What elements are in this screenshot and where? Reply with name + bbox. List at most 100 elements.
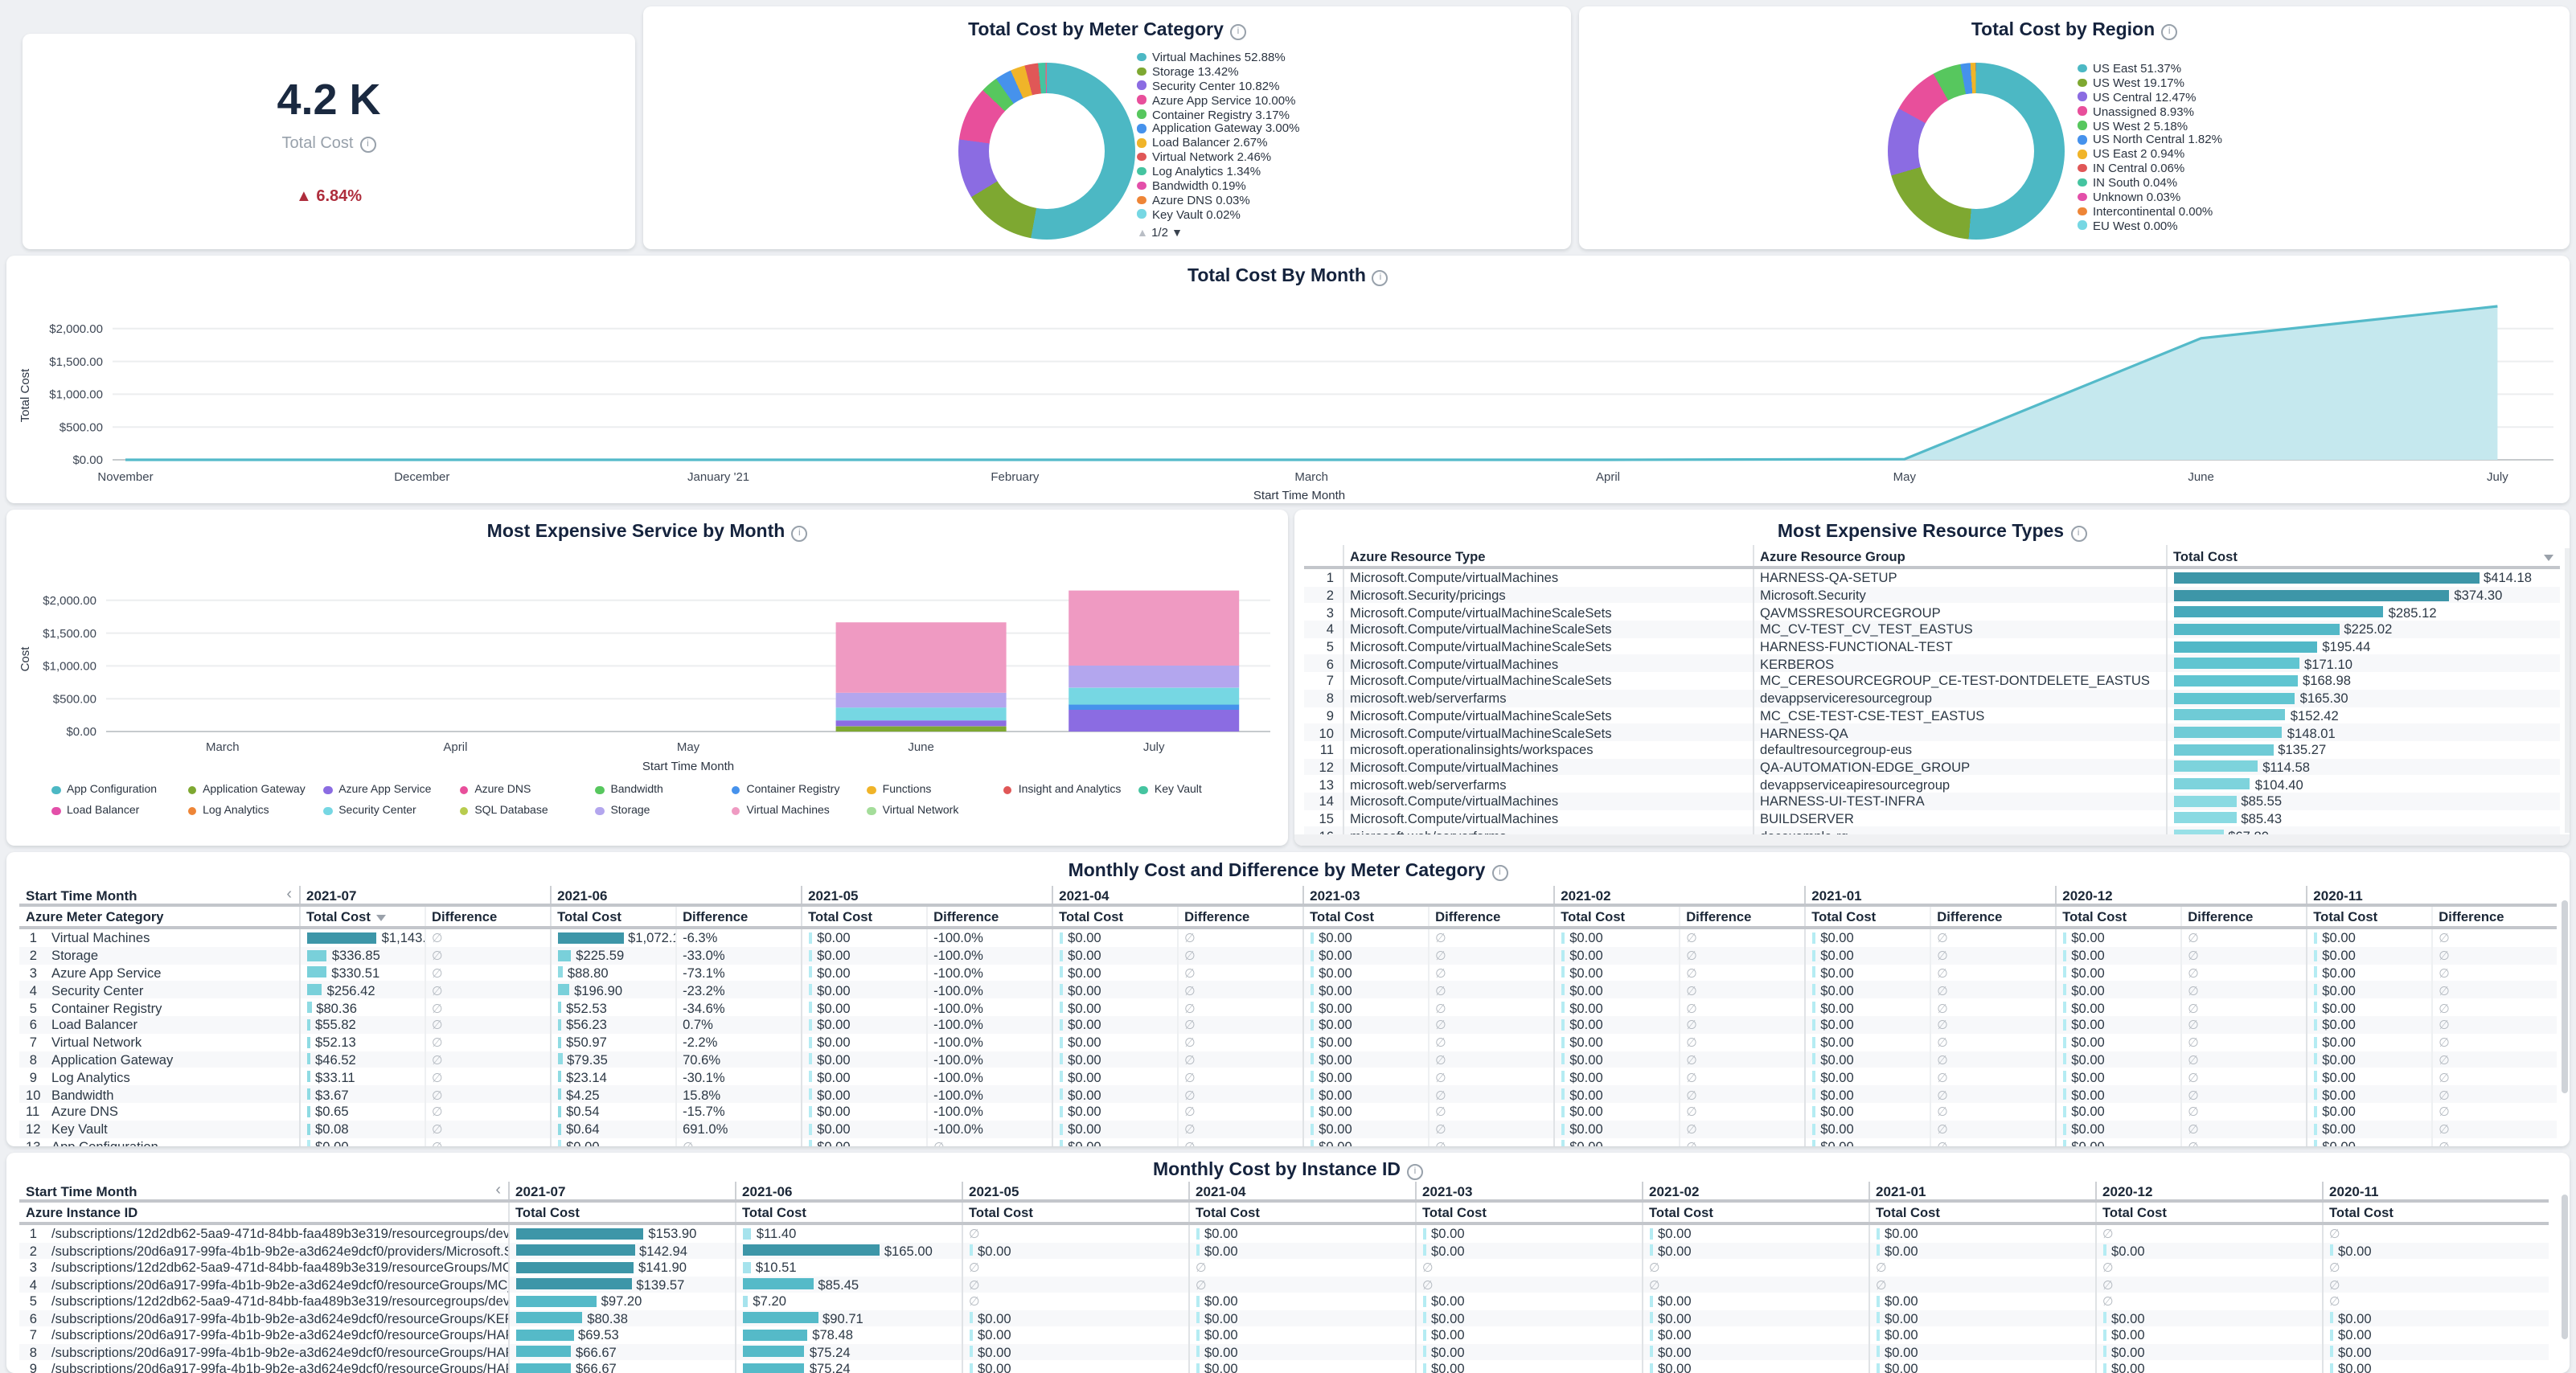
total-cost-header[interactable]: Total Cost	[299, 905, 425, 928]
info-icon[interactable]: i	[2161, 24, 2177, 40]
col-header-resource-group[interactable]: Azure Resource Group	[1753, 545, 2166, 568]
month-group-header[interactable]: 2020-11	[2306, 886, 2557, 905]
legend-item[interactable]: Functions	[868, 783, 1003, 797]
difference-header[interactable]: Difference	[2180, 905, 2306, 928]
legend-item[interactable]: Azure App Service 10.00%	[1137, 92, 1299, 107]
legend-item[interactable]: Storage	[595, 804, 731, 818]
resource-row[interactable]: 3Microsoft.Compute/virtualMachineScaleSe…	[1304, 604, 2560, 621]
meter-category-row[interactable]: 10Bandwidth$3.67∅$4.2515.8%$0.00-100.0%$…	[19, 1085, 2557, 1103]
month-group-header[interactable]: 2021-01	[1804, 886, 2055, 905]
month-group-header[interactable]: 2021-04	[1188, 1182, 1415, 1201]
month-group-header[interactable]: 2021-05	[801, 886, 1052, 905]
meter-category-row[interactable]: 11Azure DNS$0.65∅$0.54-15.7%$0.00-100.0%…	[19, 1103, 2557, 1121]
legend-item[interactable]: US West 2 5.18%	[2078, 118, 2222, 133]
info-icon[interactable]: i	[359, 137, 375, 153]
total-cost-header[interactable]: Total Cost	[550, 905, 675, 928]
meter-category-row[interactable]: 4Security Center$256.42∅$196.90-23.2%$0.…	[19, 982, 2557, 999]
meter-category-row[interactable]: 9Log Analytics$33.11∅$23.14-30.1%$0.00-1…	[19, 1068, 2557, 1086]
meter-category-row[interactable]: 8Application Gateway$46.52∅$79.3570.6%$0…	[19, 1051, 2557, 1068]
total-cost-header[interactable]: Total Cost	[801, 905, 926, 928]
total-cost-header[interactable]: Total Cost	[1188, 1201, 1415, 1223]
meter-category-row[interactable]: 5Container Registry$80.36∅$52.53-34.6%$0…	[19, 998, 2557, 1016]
legend-item[interactable]: US East 51.37%	[2078, 61, 2222, 76]
month-group-header[interactable]: 2020-12	[2055, 886, 2306, 905]
resource-row[interactable]: 10Microsoft.Compute/virtualMachineScaleS…	[1304, 723, 2560, 740]
instance-row[interactable]: 7/subscriptions/20d6a917-99fa-4b1b-9b2e-…	[19, 1326, 2549, 1343]
resource-row[interactable]: 9Microsoft.Compute/virtualMachineScaleSe…	[1304, 707, 2560, 723]
instance-row[interactable]: 2/subscriptions/20d6a917-99fa-4b1b-9b2e-…	[19, 1242, 2549, 1259]
total-cost-header[interactable]: Total Cost	[1868, 1201, 2095, 1223]
total-cost-header[interactable]: Total Cost	[1302, 905, 1428, 928]
legend-item[interactable]: Azure DNS 0.03%	[1137, 193, 1299, 207]
resource-row[interactable]: 11microsoft.operationalinsights/workspac…	[1304, 741, 2560, 758]
meter-category-donut-chart[interactable]	[958, 63, 1135, 240]
meter-category-row[interactable]: 1Virtual Machines$1,143.93∅$1,072.17-6.3…	[19, 928, 2557, 947]
month-group-header[interactable]: 2021-06	[735, 1182, 962, 1201]
instance-row[interactable]: 3/subscriptions/12d2db62-5aa9-471d-84bb-…	[19, 1259, 2549, 1276]
legend-item[interactable]: US North Central 1.82%	[2078, 133, 2222, 147]
total-cost-header[interactable]: Total Cost	[962, 1201, 1188, 1223]
legend-item[interactable]: App Configuration	[51, 783, 187, 797]
legend-item[interactable]: Security Center	[323, 804, 459, 818]
difference-header[interactable]: Difference	[926, 905, 1052, 928]
legend-item[interactable]: Virtual Network 2.46%	[1137, 150, 1299, 164]
legend-item[interactable]: Key Vault 0.02%	[1137, 207, 1299, 222]
total-cost-header[interactable]: Total Cost	[1642, 1201, 1868, 1223]
col-header-total-cost[interactable]: Total Cost	[2166, 545, 2560, 568]
month-group-header[interactable]: 2021-01	[1868, 1182, 2095, 1201]
legend-item[interactable]: Bandwidth	[595, 783, 731, 797]
region-donut-chart[interactable]	[1888, 63, 2065, 240]
month-group-header[interactable]: 2021-03	[1415, 1182, 1642, 1201]
resource-row[interactable]: 15Microsoft.Compute/virtualMachinesBUILD…	[1304, 809, 2560, 826]
total-cost-header[interactable]: Total Cost	[1052, 905, 1177, 928]
month-group-header[interactable]: 2020-12	[2095, 1182, 2322, 1201]
total-cost-header[interactable]: Total Cost	[2095, 1201, 2322, 1223]
total-cost-header[interactable]: Total Cost	[2322, 1201, 2549, 1223]
legend-item[interactable]: Intercontinental 0.00%	[2078, 204, 2222, 219]
row-dimension-header[interactable]: Azure Instance ID	[19, 1201, 508, 1223]
total-cost-header[interactable]: Total Cost	[1804, 905, 1930, 928]
sort-caret-icon[interactable]	[2544, 554, 2553, 560]
legend-item[interactable]: US East 2 0.94%	[2078, 147, 2222, 162]
legend-item[interactable]: Bandwidth 0.19%	[1137, 178, 1299, 193]
chevron-left-icon[interactable]: ‹	[286, 887, 292, 903]
info-icon[interactable]: i	[1372, 270, 1388, 286]
legend-item[interactable]: Azure DNS	[459, 783, 595, 797]
col-header-resource-type[interactable]: Azure Resource Type	[1343, 545, 1753, 568]
legend-item[interactable]: Unassigned 8.93%	[2078, 104, 2222, 118]
meter-category-row[interactable]: 13App Configuration$0.00∅$0.00∅$0.00∅$0.…	[19, 1137, 2557, 1146]
resource-row[interactable]: 12Microsoft.Compute/virtualMachinesQA-AU…	[1304, 758, 2560, 775]
area-chart[interactable]: $0.00$500.00$1,000.00$1,500.00$2,000.00N…	[13, 286, 2563, 502]
resource-row[interactable]: 5Microsoft.Compute/virtualMachineScaleSe…	[1304, 638, 2560, 655]
meter-category-row[interactable]: 2Storage$336.85∅$225.59-33.0%$0.00-100.0…	[19, 947, 2557, 965]
month-group-header[interactable]: 2020-11	[2322, 1182, 2549, 1201]
legend-item[interactable]: Insight and Analytics	[1003, 783, 1139, 797]
stacked-bar-chart[interactable]: $0.00$500.00$1,000.00$1,500.00$2,000.00M…	[13, 539, 1282, 777]
legend-item[interactable]: Log Analytics	[187, 804, 323, 818]
month-group-header[interactable]: 2021-02	[1553, 886, 1804, 905]
legend-item[interactable]: Storage 13.42%	[1137, 64, 1299, 79]
info-icon[interactable]: i	[1407, 1164, 1423, 1180]
info-icon[interactable]: i	[1491, 865, 1507, 881]
resource-row[interactable]: 8microsoft.web/serverfarmsdevappservicer…	[1304, 690, 2560, 707]
month-group-header[interactable]: 2021-07	[299, 886, 550, 905]
difference-header[interactable]: Difference	[1177, 905, 1302, 928]
row-dimension-header[interactable]: Azure Meter Category	[19, 905, 299, 928]
resource-row[interactable]: 6Microsoft.Compute/virtualMachinesKERBER…	[1304, 655, 2560, 672]
month-group-header[interactable]: 2021-05	[962, 1182, 1188, 1201]
difference-header[interactable]: Difference	[1679, 905, 1804, 928]
legend-item[interactable]: EU West 0.00%	[2078, 219, 2222, 233]
resource-row[interactable]: 1Microsoft.Compute/virtualMachinesHARNES…	[1304, 568, 2560, 586]
legend-item[interactable]: Virtual Network	[868, 804, 1003, 818]
legend-item[interactable]: IN Central 0.06%	[2078, 161, 2222, 175]
legend-item[interactable]: US Central 12.47%	[2078, 90, 2222, 105]
meter-category-row[interactable]: 6Load Balancer$55.82∅$56.230.7%$0.00-100…	[19, 1016, 2557, 1034]
info-icon[interactable]: i	[1230, 24, 1246, 40]
instance-row[interactable]: 5/subscriptions/12d2db62-5aa9-471d-84bb-…	[19, 1293, 2549, 1309]
instance-row[interactable]: 9/subscriptions/20d6a917-99fa-4b1b-9b2e-…	[19, 1360, 2549, 1373]
page-up-icon[interactable]: ▲	[1137, 228, 1148, 240]
legend-item[interactable]: Security Center 10.82%	[1137, 79, 1299, 93]
legend-item[interactable]: Application Gateway 3.00%	[1137, 121, 1299, 136]
page-down-icon[interactable]: ▼	[1171, 228, 1183, 240]
instance-row[interactable]: 1/subscriptions/12d2db62-5aa9-471d-84bb-…	[19, 1223, 2549, 1242]
